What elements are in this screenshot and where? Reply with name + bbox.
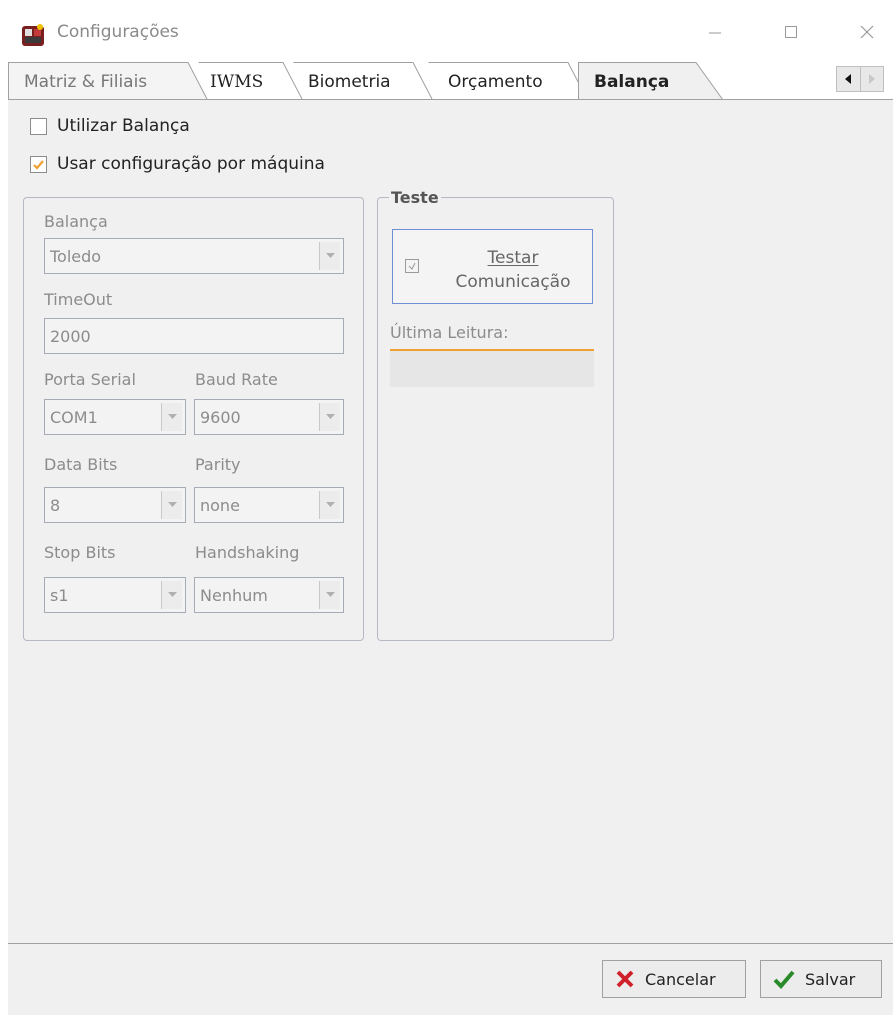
- utilizar-balanca-checkbox[interactable]: [30, 117, 47, 135]
- timeout-value: 2000: [50, 327, 91, 346]
- maximize-icon: [785, 26, 797, 38]
- utilizar-balanca-label: Utilizar Balança: [57, 116, 190, 136]
- window-title: Configurações: [57, 22, 179, 42]
- chevron-down-icon: [325, 414, 335, 419]
- close-button[interactable]: [844, 14, 890, 50]
- chevron-down-icon: [325, 253, 335, 258]
- baud-rate-dropdown-button[interactable]: [319, 403, 340, 431]
- tab-label: Balança: [594, 72, 670, 92]
- timeout-label: TimeOut: [44, 290, 113, 309]
- tab-label: Biometria: [308, 72, 391, 92]
- testar-comunicacao-label: Testar Comunicação: [443, 246, 583, 294]
- tab-iwms[interactable]: IWMS: [198, 62, 303, 100]
- data-bits-dropdown-button[interactable]: [161, 491, 182, 519]
- usar-config-maquina-label: Usar configuração por máquina: [57, 154, 325, 174]
- testar-line2: Comunicação: [455, 272, 571, 292]
- testar-line1: Testar: [487, 248, 539, 268]
- check-icon: [773, 970, 795, 989]
- test-icon: [405, 259, 419, 273]
- arrow-left-icon: [845, 74, 852, 84]
- ultima-leitura-value: [390, 351, 594, 387]
- porta-serial-dropdown-button[interactable]: [161, 403, 182, 431]
- stop-bits-label: Stop Bits: [44, 543, 116, 562]
- usar-config-maquina-checkbox[interactable]: [30, 155, 47, 173]
- arrow-right-icon: [868, 74, 875, 84]
- teste-legend: Teste: [389, 188, 441, 207]
- chevron-down-icon: [325, 592, 335, 597]
- cancelar-label: Cancelar: [645, 969, 716, 989]
- tab-orcamento[interactable]: Orçamento: [428, 62, 588, 100]
- parity-value: none: [200, 496, 240, 515]
- tab-label: IWMS: [210, 72, 264, 92]
- tab-label: Matriz & Filiais: [24, 72, 148, 92]
- cancelar-button[interactable]: Cancelar: [602, 960, 746, 998]
- handshaking-dropdown[interactable]: Nenhum: [194, 577, 344, 613]
- chevron-down-icon: [325, 502, 335, 507]
- salvar-label: Salvar: [805, 969, 856, 989]
- chevron-down-icon: [167, 592, 177, 597]
- timeout-input[interactable]: 2000: [44, 318, 344, 354]
- parity-dropdown-button[interactable]: [319, 491, 340, 519]
- balanca-settings-group: Balança Toledo TimeOut 2000 Porta Serial…: [23, 197, 364, 641]
- stop-bits-dropdown[interactable]: s1: [44, 577, 186, 613]
- tab-balanca[interactable]: Balança: [578, 62, 728, 100]
- porta-serial-value: COM1: [50, 408, 98, 427]
- utilizar-balanca-option[interactable]: Utilizar Balança: [30, 116, 190, 136]
- parity-dropdown[interactable]: none: [194, 487, 344, 523]
- title-bar: Configurações: [0, 0, 893, 62]
- app-icon: [22, 24, 44, 46]
- tab-page-balanca: Utilizar Balança Usar configuração por m…: [8, 99, 893, 945]
- baud-rate-value: 9600: [200, 408, 241, 427]
- baud-rate-dropdown[interactable]: 9600: [194, 399, 344, 435]
- porta-serial-dropdown[interactable]: COM1: [44, 399, 186, 435]
- tab-scroll-buttons: [836, 66, 884, 92]
- configuracoes-window: Configurações Matriz & Filiais IWMS Biom…: [0, 0, 893, 1015]
- baud-rate-label: Baud Rate: [195, 370, 278, 389]
- tab-scroll-right-button[interactable]: [859, 67, 884, 91]
- tab-matriz-filiais[interactable]: Matriz & Filiais: [8, 62, 208, 100]
- minimize-icon: [709, 32, 721, 34]
- ultima-leitura-label: Última Leitura:: [390, 323, 509, 342]
- tab-biometria[interactable]: Biometria: [293, 62, 433, 100]
- stop-bits-dropdown-button[interactable]: [161, 581, 182, 609]
- handshaking-value: Nenhum: [200, 586, 268, 605]
- handshaking-label: Handshaking: [195, 543, 300, 562]
- tab-strip: Matriz & Filiais IWMS Biometria Orçament…: [8, 62, 893, 100]
- parity-label: Parity: [195, 455, 241, 474]
- chevron-down-icon: [167, 502, 177, 507]
- balanca-dropdown[interactable]: Toledo: [44, 238, 344, 274]
- salvar-button[interactable]: Salvar: [760, 960, 882, 998]
- balanca-dropdown-button[interactable]: [319, 242, 340, 270]
- checkmark-icon: [33, 159, 44, 170]
- maximize-button[interactable]: [768, 14, 814, 50]
- cancel-x-icon: [616, 970, 634, 988]
- data-bits-dropdown[interactable]: 8: [44, 487, 186, 523]
- tab-scroll-left-button[interactable]: [837, 67, 860, 91]
- porta-serial-label: Porta Serial: [44, 370, 136, 389]
- minimize-button[interactable]: [692, 14, 738, 50]
- balanca-value: Toledo: [50, 247, 102, 266]
- data-bits-value: 8: [50, 496, 61, 515]
- chevron-down-icon: [167, 414, 177, 419]
- stop-bits-value: s1: [50, 586, 69, 605]
- testar-comunicacao-button[interactable]: Testar Comunicação: [392, 229, 593, 304]
- handshaking-dropdown-button[interactable]: [319, 581, 340, 609]
- balanca-label: Balança: [44, 212, 108, 231]
- tab-label: Orçamento: [448, 72, 543, 92]
- data-bits-label: Data Bits: [44, 455, 118, 474]
- usar-config-maquina-option[interactable]: Usar configuração por máquina: [30, 154, 325, 174]
- close-icon: [860, 25, 874, 39]
